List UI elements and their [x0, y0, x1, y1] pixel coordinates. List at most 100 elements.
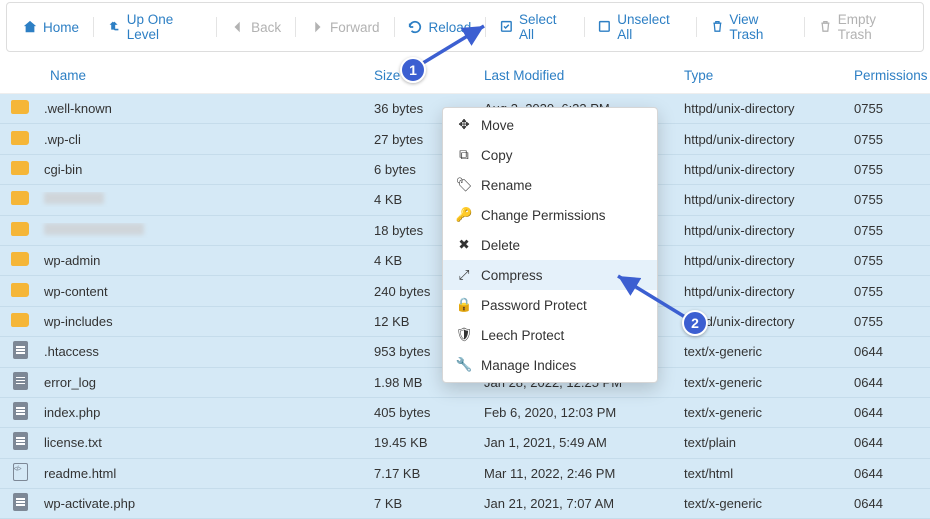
file-name: readme.html — [40, 466, 370, 481]
file-permissions: 0755 — [850, 162, 930, 177]
col-type[interactable]: Type — [680, 68, 850, 83]
file-name — [40, 223, 370, 238]
col-permissions[interactable]: Permissions — [850, 68, 930, 83]
up-one-level-button[interactable]: Up One Level — [98, 7, 212, 47]
file-icon — [0, 372, 40, 393]
file-modified: Mar 11, 2022, 2:46 PM — [480, 466, 680, 481]
file-size: 405 bytes — [370, 405, 480, 420]
ctx-rename[interactable]: 🏷 Rename — [443, 170, 657, 200]
file-permissions: 0644 — [850, 496, 930, 511]
folder-icon — [0, 252, 40, 269]
file-permissions: 0644 — [850, 344, 930, 359]
file-name: .wp-cli — [40, 132, 370, 147]
move-icon: ✥ — [457, 117, 471, 133]
x-icon: ✖ — [457, 237, 471, 253]
file-name: index.php — [40, 405, 370, 420]
reload-button[interactable]: Reload — [398, 15, 481, 40]
level-up-icon — [108, 20, 121, 34]
file-modified: Jan 1, 2021, 5:49 AM — [480, 435, 680, 450]
select-all-button[interactable]: Select All — [490, 7, 579, 47]
file-icon — [0, 493, 40, 514]
code-icon — [0, 463, 40, 484]
folder-icon — [0, 283, 40, 300]
callout-badge-1: 1 — [400, 57, 426, 83]
file-type: text/x-generic — [680, 344, 850, 359]
up-label: Up One Level — [127, 12, 202, 42]
ctx-move[interactable]: ✥ Move — [443, 110, 657, 140]
file-type: httpd/unix-directory — [680, 101, 850, 116]
toolbar: Home Up One Level Back Forward Reload Se… — [6, 2, 924, 52]
lock-icon: 🔒 — [457, 297, 471, 313]
file-permissions: 0755 — [850, 223, 930, 238]
file-modified: Jan 21, 2021, 7:07 AM — [480, 496, 680, 511]
square-icon — [598, 20, 611, 34]
tag-icon: 🏷 — [457, 177, 471, 193]
separator — [295, 17, 296, 37]
arrow-right-icon — [310, 20, 324, 34]
file-name: .well-known — [40, 101, 370, 116]
folder-icon — [0, 222, 40, 239]
file-name: error_log — [40, 375, 370, 390]
file-name: wp-admin — [40, 253, 370, 268]
arrow-left-icon — [231, 20, 245, 34]
col-modified[interactable]: Last Modified — [480, 68, 680, 83]
file-permissions: 0644 — [850, 466, 930, 481]
file-type: httpd/unix-directory — [680, 132, 850, 147]
copy-icon: ⧉ — [457, 147, 471, 163]
forward-button[interactable]: Forward — [300, 15, 390, 40]
separator — [93, 17, 94, 37]
file-type: httpd/unix-directory — [680, 223, 850, 238]
file-size: 7.17 KB — [370, 466, 480, 481]
table-row[interactable]: readme.html7.17 KBMar 11, 2022, 2:46 PMt… — [0, 459, 930, 489]
empty-trash-label: Empty Trash — [838, 12, 907, 42]
ctx-manage-indices[interactable]: 🔧 Manage Indices — [443, 350, 657, 380]
file-size: 19.45 KB — [370, 435, 480, 450]
key-icon: 🔑 — [457, 207, 471, 223]
separator — [216, 17, 217, 37]
file-icon — [0, 402, 40, 423]
file-name — [40, 192, 370, 207]
ctx-copy[interactable]: ⧉ Copy — [443, 140, 657, 170]
trash-icon — [711, 20, 724, 34]
col-name[interactable]: Name — [40, 68, 370, 83]
ctx-change-permissions[interactable]: 🔑 Change Permissions — [443, 200, 657, 230]
file-type: httpd/unix-directory — [680, 162, 850, 177]
reload-icon — [408, 20, 422, 34]
file-type: httpd/unix-directory — [680, 284, 850, 299]
table-row[interactable]: index.php405 bytesFeb 6, 2020, 12:03 PMt… — [0, 398, 930, 428]
file-type: httpd/unix-directory — [680, 192, 850, 207]
table-row[interactable]: wp-activate.php7 KBJan 21, 2021, 7:07 AM… — [0, 489, 930, 519]
forward-label: Forward — [330, 20, 380, 35]
unselect-all-button[interactable]: Unselect All — [588, 7, 691, 47]
separator — [394, 17, 395, 37]
view-trash-button[interactable]: View Trash — [701, 7, 801, 47]
ctx-delete[interactable]: ✖ Delete — [443, 230, 657, 260]
folder-icon — [0, 161, 40, 178]
file-type: text/x-generic — [680, 375, 850, 390]
ctx-password-protect[interactable]: 🔒 Password Protect — [443, 290, 657, 320]
file-icon — [0, 432, 40, 453]
ctx-compress[interactable]: ⤢ Compress — [443, 260, 657, 290]
empty-trash-button[interactable]: Empty Trash — [809, 7, 917, 47]
folder-icon — [0, 100, 40, 117]
file-type: httpd/unix-directory — [680, 253, 850, 268]
file-permissions: 0644 — [850, 405, 930, 420]
reload-label: Reload — [428, 20, 471, 35]
folder-icon — [0, 313, 40, 330]
select-all-label: Select All — [519, 12, 570, 42]
file-type: text/x-generic — [680, 405, 850, 420]
table-row[interactable]: license.txt19.45 KBJan 1, 2021, 5:49 AMt… — [0, 428, 930, 458]
trash-icon — [819, 20, 832, 34]
file-name: .htaccess — [40, 344, 370, 359]
file-size: 7 KB — [370, 496, 480, 511]
file-name: cgi-bin — [40, 162, 370, 177]
home-button[interactable]: Home — [13, 15, 89, 40]
callout-badge-2: 2 — [682, 310, 708, 336]
file-permissions: 0755 — [850, 192, 930, 207]
ctx-leech-protect[interactable]: 🛡 Leech Protect — [443, 320, 657, 350]
back-button[interactable]: Back — [221, 15, 291, 40]
wrench-icon: 🔧 — [457, 357, 471, 373]
file-permissions: 0755 — [850, 132, 930, 147]
file-name: wp-includes — [40, 314, 370, 329]
separator — [696, 17, 697, 37]
